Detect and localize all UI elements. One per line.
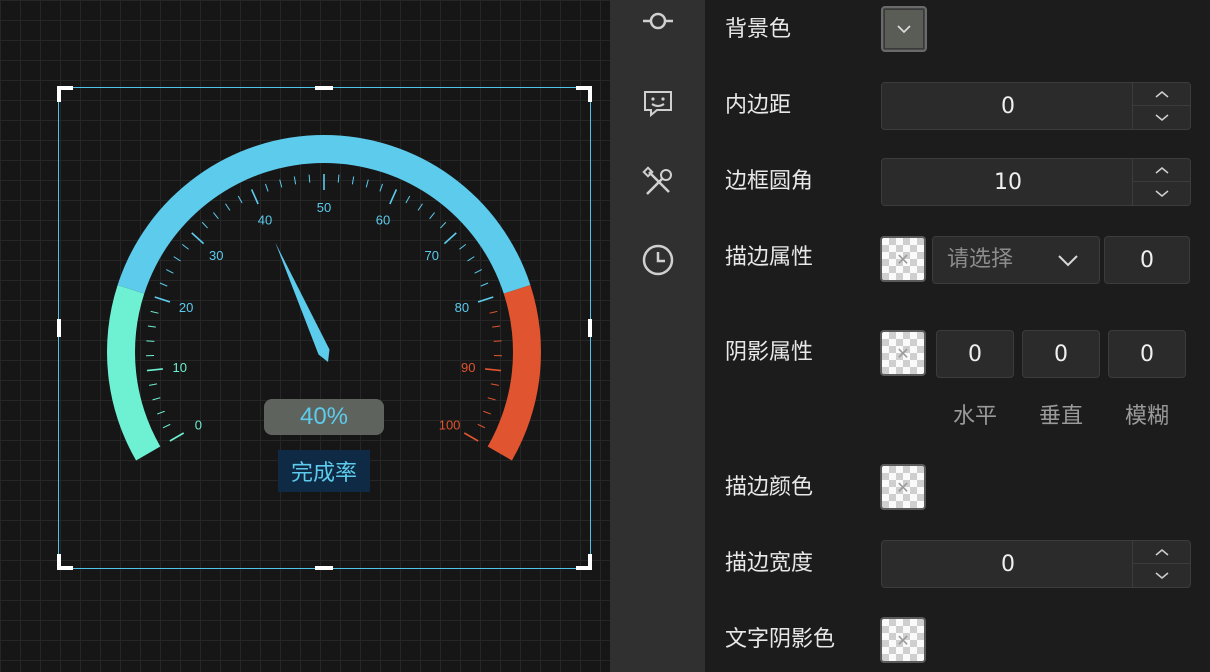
chevron-up-icon	[1155, 548, 1168, 556]
stroke-color-swatch[interactable]: ✕	[880, 464, 926, 510]
shadow-attributes-label: 阴影属性	[725, 340, 814, 365]
stroke-style-placeholder: 请选择	[947, 247, 1014, 272]
chevron-up-icon	[1155, 166, 1168, 174]
resize-handle-left[interactable]	[57, 319, 61, 337]
shadow-vertical-input[interactable]: 0	[1022, 330, 1100, 378]
chevron-up-icon	[1155, 90, 1168, 98]
chevron-down-icon	[1155, 190, 1168, 197]
clock-icon[interactable]	[641, 243, 675, 277]
resize-handle-bottom-right[interactable]	[576, 554, 592, 570]
border-radius-label: 边框圆角	[725, 169, 814, 194]
border-radius-decrement-button[interactable]	[1133, 182, 1190, 205]
padding-input[interactable]: 0	[881, 82, 1191, 130]
border-radius-input[interactable]: 10	[881, 158, 1191, 206]
chevron-down-icon	[1058, 255, 1078, 267]
chevron-down-icon	[897, 25, 911, 34]
stroke-color-label: 描边颜色	[725, 475, 814, 500]
stroke-width-value[interactable]: 0	[882, 541, 1134, 587]
background-color-label: 背景色	[725, 17, 792, 42]
tools-icon[interactable]	[641, 166, 675, 200]
padding-value[interactable]: 0	[882, 83, 1134, 129]
text-shadow-color-label: 文字阴影色	[725, 627, 836, 652]
stroke-attr-color-swatch[interactable]: ✕	[880, 236, 926, 282]
shadow-blur-input[interactable]: 0	[1108, 330, 1186, 378]
text-shadow-color-swatch[interactable]: ✕	[880, 617, 926, 663]
design-canvas[interactable]: 0 10 20 30 40 50 60 70 80 90 100 40% 完成率	[0, 0, 610, 672]
stroke-style-select[interactable]: 请选择	[932, 236, 1100, 284]
stroke-attributes-label: 描边属性	[725, 245, 814, 270]
resize-handle-top-left[interactable]	[57, 86, 73, 102]
background-color-picker[interactable]	[881, 6, 927, 52]
chevron-down-icon	[1155, 114, 1168, 121]
stroke-width-increment-button[interactable]	[1133, 541, 1190, 564]
resize-handle-bottom[interactable]	[315, 566, 333, 570]
stroke-width-decrement-button[interactable]	[1133, 564, 1190, 587]
padding-decrement-button[interactable]	[1133, 106, 1190, 129]
shadow-blur-label: 模糊	[1124, 404, 1169, 429]
shadow-vertical-label: 垂直	[1038, 404, 1083, 429]
stroke-width-label: 描边宽度	[725, 551, 814, 576]
shadow-horizontal-input[interactable]: 0	[936, 330, 1014, 378]
border-radius-value[interactable]: 10	[882, 159, 1134, 205]
stroke-attr-value-input[interactable]: 0	[1104, 236, 1190, 284]
resize-handle-bottom-left[interactable]	[57, 554, 73, 570]
padding-label: 内边距	[725, 93, 792, 118]
resize-handle-top[interactable]	[315, 86, 333, 90]
icon-rail	[610, 0, 705, 672]
properties-panel: 背景色 内边距 0 边框圆角 10 描边属性 ✕ 请选择 0 阴影属性 ✕ 0 …	[705, 0, 1210, 672]
chevron-down-icon	[1155, 572, 1168, 579]
selection-frame[interactable]	[57, 86, 592, 570]
commit-node-icon[interactable]	[641, 4, 675, 38]
shadow-color-swatch[interactable]: ✕	[880, 330, 926, 376]
padding-increment-button[interactable]	[1133, 83, 1190, 106]
stroke-width-input[interactable]: 0	[881, 540, 1191, 588]
resize-handle-right[interactable]	[588, 319, 592, 337]
chat-bot-icon[interactable]	[641, 86, 675, 120]
border-radius-increment-button[interactable]	[1133, 159, 1190, 182]
shadow-horizontal-label: 水平	[952, 404, 997, 429]
resize-handle-top-right[interactable]	[576, 86, 592, 102]
